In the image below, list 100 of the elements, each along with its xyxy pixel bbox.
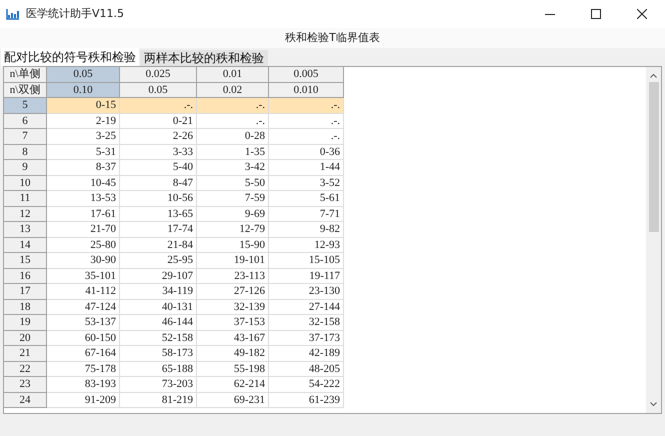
table-cell: 3-52 <box>269 176 344 191</box>
table-cell: 52-158 <box>120 330 197 346</box>
table-cell: 7-71 <box>269 206 344 222</box>
table-cell: 35-101 <box>47 268 120 284</box>
table-cell: 81-219 <box>120 392 197 408</box>
row-header-cell: 16 <box>4 268 47 284</box>
scroll-up-icon[interactable] <box>650 73 657 78</box>
table-cell: 5-40 <box>120 160 197 176</box>
row-header-cell: 24 <box>4 392 47 408</box>
table-cell: 3-25 <box>47 129 120 144</box>
table-cell: 34-119 <box>120 284 197 300</box>
vertical-scrollbar[interactable] <box>646 67 661 413</box>
table-cell: 41-112 <box>47 284 120 300</box>
chart-app-icon <box>6 8 20 20</box>
table-cell: .-. <box>269 129 344 144</box>
table-cell: 75-178 <box>47 362 120 377</box>
row-header-cell: 11 <box>4 191 47 206</box>
row-header-cell: 21 <box>4 346 47 362</box>
row-header-cell: 12 <box>4 206 47 222</box>
row-header-cell: 18 <box>4 300 47 315</box>
window-title: 医学统计助手V11.5 <box>26 6 124 22</box>
column-header-cell: 0.10 <box>47 82 120 98</box>
table-cell: 3-33 <box>120 144 197 160</box>
table-cell: .-. <box>269 114 344 129</box>
row-header-cell: n\单侧 <box>4 67 47 82</box>
table-cell: 2-26 <box>120 129 197 144</box>
table-cell: 54-222 <box>269 377 344 392</box>
table-cell: 13-53 <box>47 191 120 206</box>
table-cell: 7-59 <box>197 191 269 206</box>
table-cell: 37-173 <box>269 330 344 346</box>
scroll-down-icon[interactable] <box>650 402 657 407</box>
table-cell: 32-158 <box>269 315 344 330</box>
table-cell: .-. <box>197 98 269 114</box>
table-cell: 73-203 <box>120 377 197 392</box>
row-header-cell: 20 <box>4 330 47 346</box>
tab[interactable]: 两样本比较的秩和检验 <box>140 50 268 66</box>
table-cell: 12-79 <box>197 222 269 238</box>
table-cell: 0-21 <box>120 114 197 129</box>
row-header-cell: n\双侧 <box>4 82 47 98</box>
table-cell: 27-144 <box>269 300 344 315</box>
table-cell: 9-82 <box>269 222 344 238</box>
row-header-cell: 17 <box>4 284 47 300</box>
table-cell: 83-193 <box>47 377 120 392</box>
row-header-cell: 7 <box>4 129 47 144</box>
column-header-cell: 0.01 <box>197 67 269 82</box>
table-cell: 9-69 <box>197 206 269 222</box>
table-cell: 46-144 <box>120 315 197 330</box>
table-heading: 秩和检验T临界值表 <box>285 30 380 46</box>
table-cell: 58-173 <box>120 346 197 362</box>
table-cell: 32-139 <box>197 300 269 315</box>
table-cell: 1-35 <box>197 144 269 160</box>
table-cell: 30-90 <box>47 253 120 268</box>
column-header-cell: 0.02 <box>197 82 269 98</box>
table-cell: 17-74 <box>120 222 197 238</box>
row-header-cell: 14 <box>4 238 47 253</box>
row-header-cell: 22 <box>4 362 47 377</box>
row-header-cell: 9 <box>4 160 47 176</box>
column-header-cell: 0.005 <box>269 67 344 82</box>
table-cell: 55-198 <box>197 362 269 377</box>
table-cell: 5-31 <box>47 144 120 160</box>
table-cell: 25-80 <box>47 238 120 253</box>
table-cell: 19-117 <box>269 268 344 284</box>
table-cell: 23-113 <box>197 268 269 284</box>
table-cell: 1-44 <box>269 160 344 176</box>
table-cell: 42-189 <box>269 346 344 362</box>
table-cell: 61-239 <box>269 392 344 408</box>
table-cell: 19-101 <box>197 253 269 268</box>
table-cell: 15-105 <box>269 253 344 268</box>
table-cell: 5-50 <box>197 176 269 191</box>
table-cell: 10-45 <box>47 176 120 191</box>
column-header-cell: 0.05 <box>120 82 197 98</box>
row-header-cell: 23 <box>4 377 47 392</box>
table-cell: 13-65 <box>120 206 197 222</box>
table-cell: 67-164 <box>47 346 120 362</box>
row-header-cell: 10 <box>4 176 47 191</box>
close-icon[interactable] <box>637 9 647 19</box>
table-cell: 25-95 <box>120 253 197 268</box>
table-cell: 21-84 <box>120 238 197 253</box>
table-cell: 47-124 <box>47 300 120 315</box>
scrollbar-thumb[interactable] <box>648 82 658 232</box>
table-cell: 27-126 <box>197 284 269 300</box>
maximize-icon[interactable] <box>591 9 601 19</box>
table-cell: 0-15 <box>47 98 120 114</box>
table-cell: 65-188 <box>120 362 197 377</box>
table-cell: 10-56 <box>120 191 197 206</box>
table-cell: 43-167 <box>197 330 269 346</box>
table-cell: 8-47 <box>120 176 197 191</box>
table-cell: .-. <box>269 98 344 114</box>
table-cell: 69-231 <box>197 392 269 408</box>
table-cell: .-. <box>197 114 269 129</box>
row-header-cell: 15 <box>4 253 47 268</box>
tab[interactable]: 配对比较的符号秩和检验 <box>1 48 139 66</box>
table-cell: 23-130 <box>269 284 344 300</box>
row-header-cell: 8 <box>4 144 47 160</box>
table-cell: 21-70 <box>47 222 120 238</box>
row-header-cell: 19 <box>4 315 47 330</box>
table-cell: 15-90 <box>197 238 269 253</box>
table-cell: 0-36 <box>269 144 344 160</box>
column-header-cell: 0.05 <box>47 67 120 82</box>
column-header-cell: 0.010 <box>269 82 344 98</box>
